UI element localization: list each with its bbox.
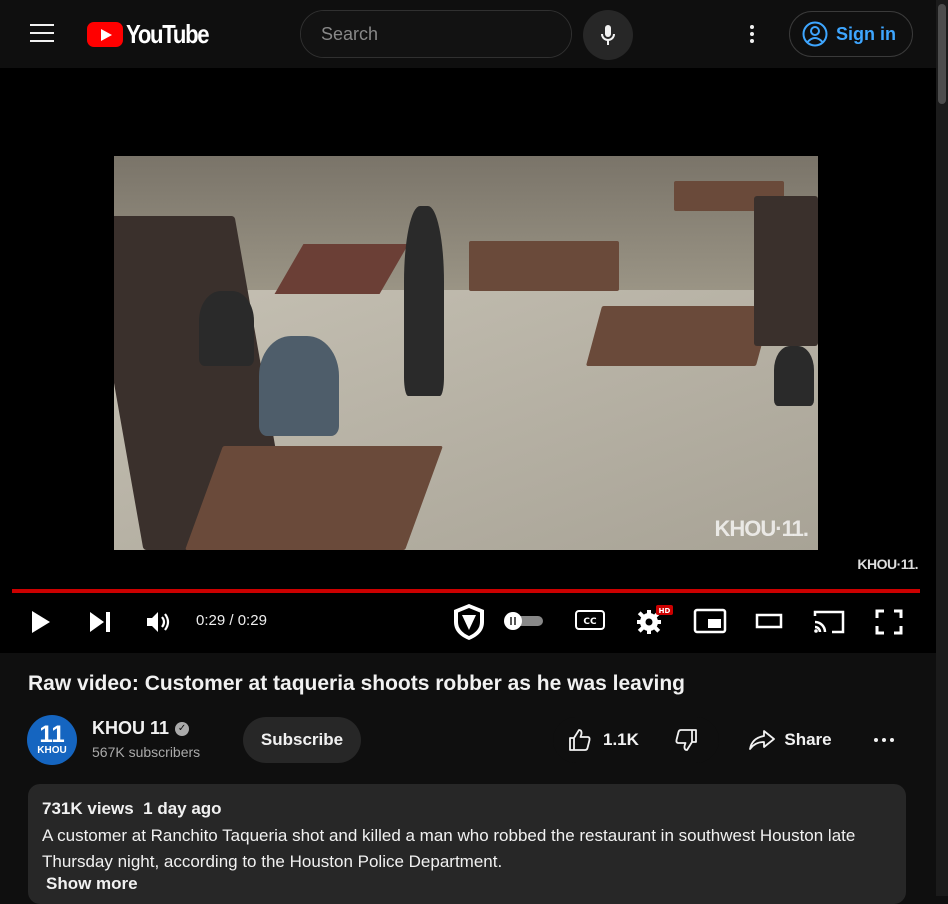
logo-text: YouTube [126,18,210,49]
like-count: 1.1K [603,730,639,749]
duration: 0:29 [237,612,267,629]
subscribe-button[interactable]: Subscribe [243,717,361,763]
youtube-play-icon [87,21,123,47]
microphone-icon [601,25,615,45]
description-box[interactable]: 731K views 1 day ago A customer at Ranch… [28,784,906,904]
thumbs-up-icon [569,729,591,751]
channel-watermark[interactable]: KHOU·11. [857,556,918,572]
progress-bar[interactable] [12,589,920,593]
dislike-button[interactable] [663,717,709,763]
current-time: 0:29 [196,612,226,629]
show-more-button[interactable]: Show more [46,874,138,894]
account-icon [802,21,828,47]
fullscreen-icon [875,609,903,635]
description-text: A customer at Ranchito Taqueria shot and… [42,826,856,871]
page-scrollbar[interactable] [936,0,948,896]
share-label: Share [784,730,832,749]
video-title: Raw video: Customer at taqueria shoots r… [28,672,686,695]
volume-icon [147,612,170,632]
captions-button[interactable]: CC [575,608,605,632]
miniplayer-button[interactable] [693,608,727,634]
player-controls: 0:29 / 0:29 CC HD [0,598,936,646]
avatar-text: KHOU [37,745,67,756]
gear-icon: HD [637,605,673,634]
thumbs-down-icon [675,729,697,751]
mute-button[interactable] [144,608,172,636]
verified-icon: ✓ [175,721,190,736]
autoplay-toggle[interactable] [503,611,545,631]
video-scene-table [469,241,619,291]
settings-button[interactable]: HD [634,604,674,636]
video-scene-person [404,206,444,396]
shield-button[interactable] [451,602,487,642]
shield-icon [454,604,484,640]
captions-icon: CC [575,610,605,630]
next-button[interactable] [87,608,113,636]
time-separator: / [225,612,238,629]
voice-search-button[interactable] [583,10,633,60]
video-scene-person [199,291,254,366]
video-scene-person [259,336,339,436]
channel-avatar[interactable]: 11 KHOU [27,715,77,765]
more-vert-icon [750,25,754,43]
theater-mode-icon [755,613,783,629]
svg-text:HD: HD [659,607,671,615]
description-meta: 731K views 1 day ago [42,799,222,819]
video-player[interactable]: KHOU·11. KHOU·11. 0:29 / 0:29 CC HD [0,68,936,653]
search-input[interactable] [301,11,571,57]
subscriber-count: 567K subscribers [92,744,201,760]
video-scene-booth [754,196,818,346]
video-scene-table [585,306,773,366]
youtube-logo[interactable]: YouTube [87,18,223,49]
channel-name: KHOU 11 [92,718,170,738]
channel-name-link[interactable]: KHOU 11 ✓ [92,718,190,739]
play-button[interactable] [28,608,54,636]
miniplayer-icon [693,608,727,634]
upload-date: 1 day ago [143,799,222,818]
scrollbar-thumb[interactable] [938,4,946,104]
video-scene-table [185,446,443,550]
video-watermark: KHOU·11. [714,516,809,541]
video-frame[interactable]: KHOU·11. [114,156,818,550]
share-button[interactable]: Share [737,717,843,763]
cast-icon [813,610,845,634]
more-horiz-icon [874,738,894,742]
video-scene-person [774,346,814,406]
menu-icon[interactable] [30,24,54,44]
time-display: 0:29 / 0:29 [196,612,267,629]
cast-button[interactable] [812,608,846,636]
play-icon [32,611,50,633]
settings-menu-button[interactable] [740,22,764,46]
like-dislike-group: 1.1K [553,717,719,763]
share-icon [749,730,776,750]
avatar-number: 11 [39,721,65,748]
search-box [300,10,572,58]
fullscreen-button[interactable] [874,608,904,636]
autoplay-toggle-icon [504,612,543,630]
theater-mode-button[interactable] [754,608,784,634]
top-bar: YouTube Sign in [0,0,936,68]
svg-text:CC: CC [583,617,597,627]
more-actions-button[interactable] [861,717,907,763]
like-button[interactable]: 1.1K [553,717,663,763]
progress-bar-played [12,589,920,593]
view-count: 731K views [42,799,134,818]
skip-next-icon [90,612,110,632]
sign-in-button[interactable]: Sign in [789,11,913,57]
sign-in-label: Sign in [836,23,896,44]
